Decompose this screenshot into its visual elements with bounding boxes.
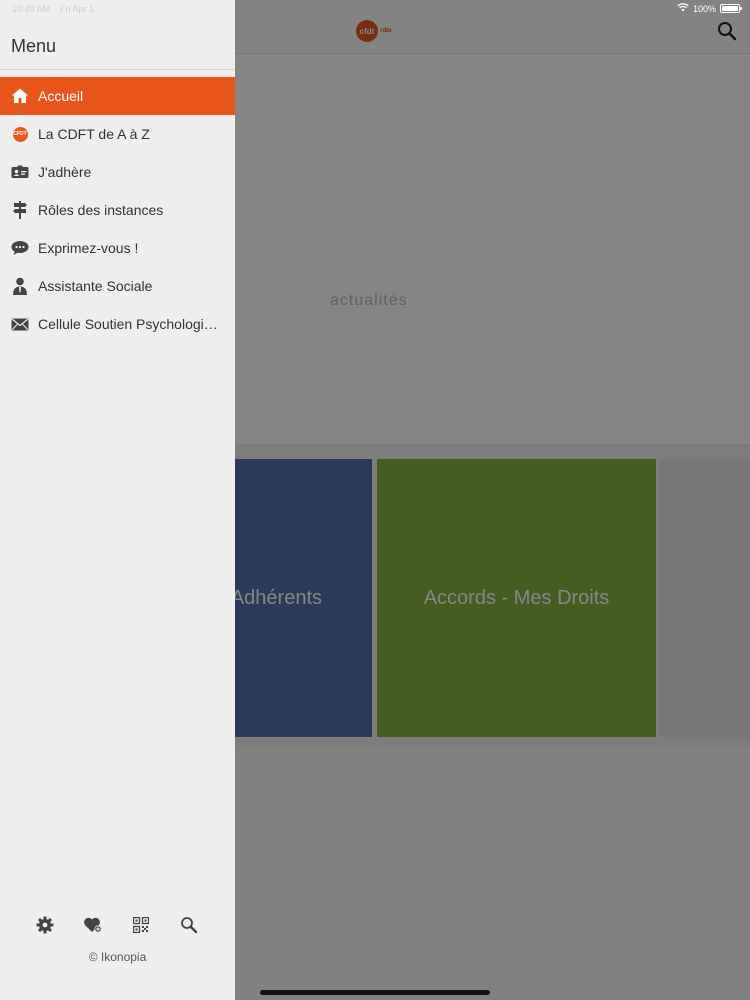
menu-item-roles-instances[interactable]: Rôles des instances — [0, 191, 235, 229]
menu-item-exprimez-vous[interactable]: Exprimez-vous ! — [0, 229, 235, 267]
menu-item-label: Cellule Soutien Psychologique — [38, 316, 218, 332]
menu-item-accueil[interactable]: Accueil — [0, 77, 235, 115]
status-bar: 10:49 AM Fri Apr 1 100% — [0, 0, 750, 18]
envelope-icon — [11, 315, 29, 333]
id-card-icon — [11, 163, 29, 181]
status-time: 10:49 AM — [12, 4, 51, 14]
person-icon — [11, 277, 29, 295]
side-drawer: Menu Accueil CFDT La CDFT de A à Z J'adh… — [0, 0, 235, 1000]
status-right: 100% — [677, 3, 742, 14]
menu-item-label: Accueil — [38, 88, 84, 104]
wifi-icon — [677, 3, 689, 14]
menu-item-label: Exprimez-vous ! — [38, 240, 139, 256]
menu-item-assistante-sociale[interactable]: Assistante Sociale — [0, 267, 235, 305]
menu-item-label: La CDFT de A à Z — [38, 126, 150, 142]
home-icon — [11, 87, 29, 105]
search-icon[interactable] — [178, 914, 200, 936]
chat-bubble-icon — [11, 239, 29, 257]
status-date: Fri Apr 1 — [60, 4, 95, 14]
battery-icon — [720, 4, 742, 13]
battery-percent: 100% — [692, 3, 716, 14]
menu-item-label: J'adhère — [38, 164, 92, 180]
qr-code-icon[interactable] — [130, 914, 152, 936]
drawer-toolbar — [0, 914, 235, 936]
menu-item-label: Assistante Sociale — [38, 278, 153, 294]
menu-item-label: Rôles des instances — [38, 202, 164, 218]
drawer-title: Menu — [11, 36, 57, 56]
settings-icon[interactable] — [34, 914, 56, 936]
menu-item-jadhere[interactable]: J'adhère — [0, 153, 235, 191]
copyright: © Ikonopia — [88, 950, 147, 964]
signpost-icon — [11, 201, 29, 219]
menu-item-cellule-soutien[interactable]: Cellule Soutien Psychologique — [0, 305, 235, 343]
home-indicator[interactable] — [260, 990, 490, 995]
cfdt-logo-icon: CFDT — [11, 125, 29, 143]
drawer-menu: Accueil CFDT La CDFT de A à Z J'adhère R… — [0, 77, 235, 343]
menu-item-cdft-a-z[interactable]: CFDT La CDFT de A à Z — [0, 115, 235, 153]
drawer-divider — [0, 69, 235, 70]
favorites-icon[interactable] — [82, 914, 104, 936]
